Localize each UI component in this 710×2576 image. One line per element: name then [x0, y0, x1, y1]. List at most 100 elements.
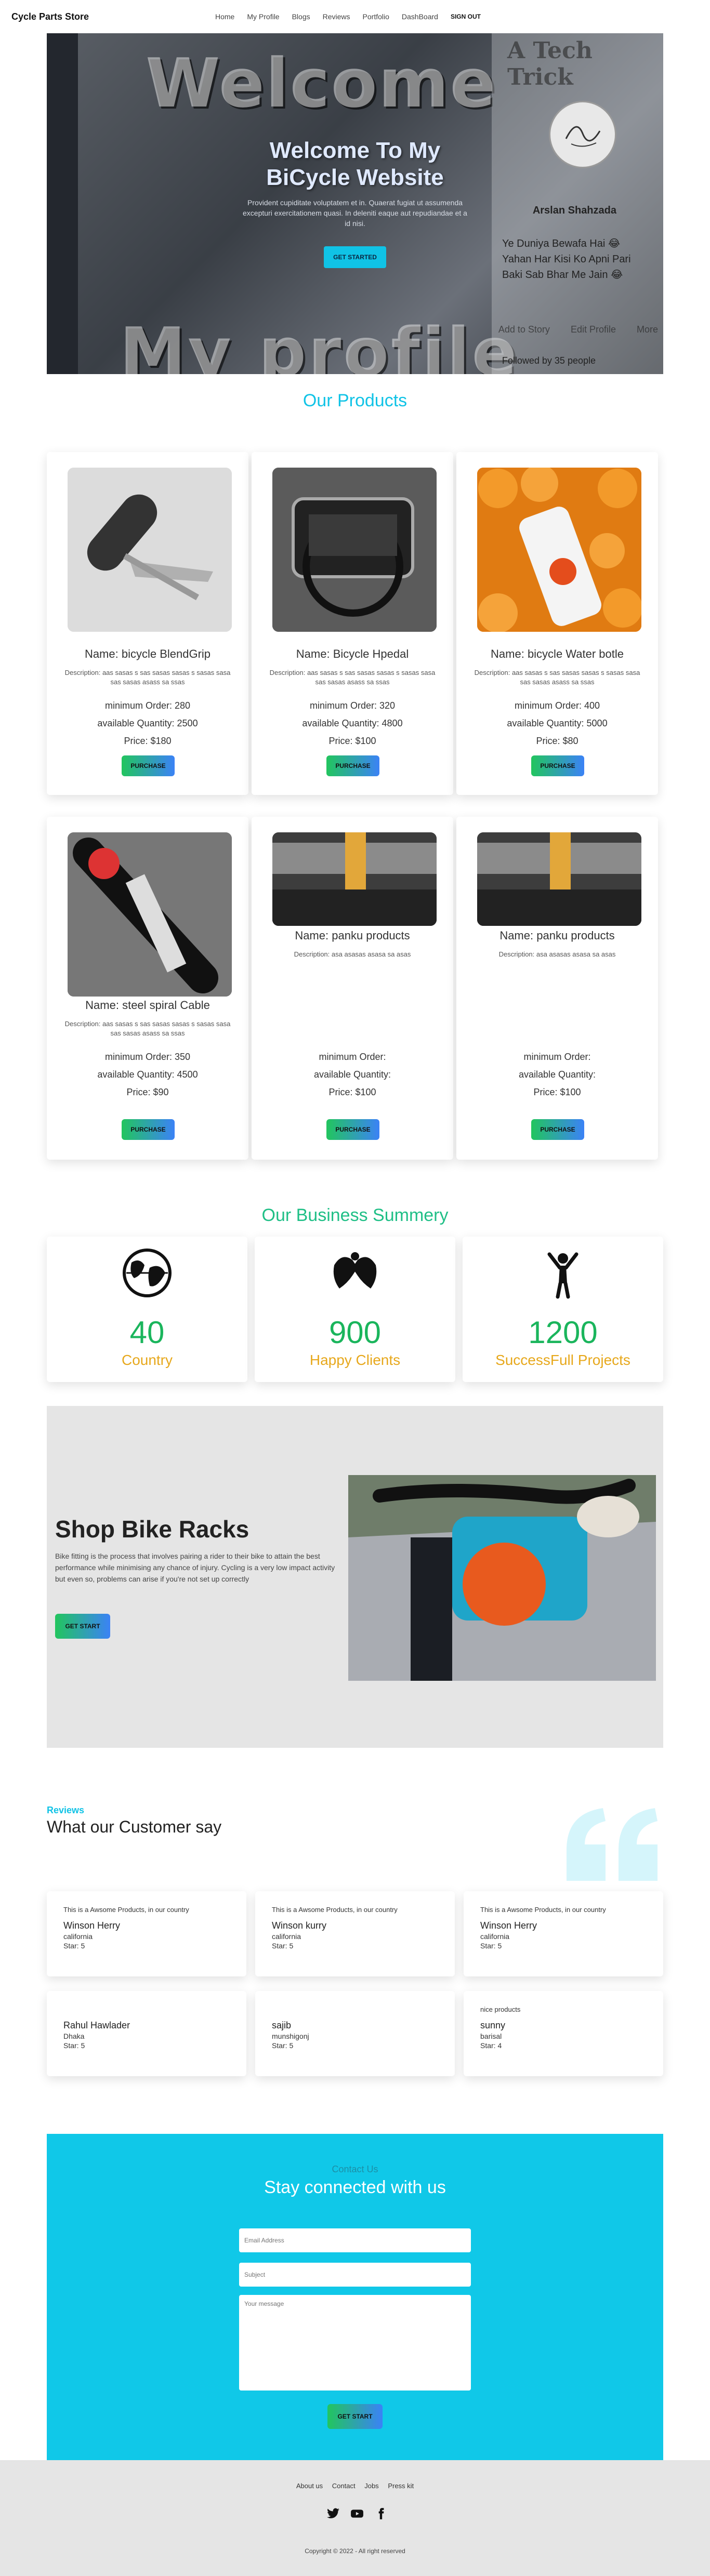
product-image: [68, 832, 232, 997]
racks-title: Shop Bike Racks: [55, 1516, 249, 1543]
nav-my-profile[interactable]: My Profile: [241, 12, 285, 21]
subject-field[interactable]: [239, 2263, 471, 2287]
twitter-icon[interactable]: [326, 2507, 340, 2520]
hero-content: Welcome To My BiCycle Website Provident …: [47, 137, 663, 268]
profile-followers: Followed by 35 people: [502, 355, 596, 366]
product-card: Name: Bicycle Hpedal Description: aas sa…: [252, 452, 453, 795]
handshake-icon: [333, 1252, 377, 1289]
product-available: available Quantity: 4800: [302, 718, 403, 728]
purchase-button[interactable]: PURCHASE: [122, 755, 175, 776]
review-name: sunny: [480, 2020, 506, 2030]
bike-racks-section: Shop Bike Racks Bike fitting is the proc…: [47, 1406, 663, 1748]
nav-dashboard[interactable]: DashBoard: [396, 12, 444, 21]
contact-title: Stay connected with us: [264, 2177, 446, 2197]
globe-icon: [123, 1249, 172, 1297]
footer-social: [326, 2507, 388, 2520]
review-city: Dhaka: [63, 2032, 85, 2040]
hero-bg-word-welcome: Welcome: [146, 44, 497, 123]
product-price: Price: $80: [536, 736, 578, 746]
person-cheering-icon: [547, 1252, 578, 1299]
product-name: Name: Bicycle Hpedal: [296, 647, 409, 660]
nav-portfolio[interactable]: Portfolio: [357, 12, 396, 21]
footer-link-press-kit[interactable]: Press kit: [388, 2482, 414, 2490]
product-available: available Quantity: 2500: [97, 718, 198, 728]
racks-get-start-button[interactable]: GET START: [55, 1614, 110, 1639]
review-card: sajib munshigonj Star: 5: [255, 1991, 455, 2076]
product-min-order: minimum Order: 320: [309, 700, 396, 711]
product-price: Price: $100: [533, 1087, 581, 1097]
purchase-button[interactable]: PURCHASE: [531, 755, 584, 776]
review-star: Star: 4: [480, 2041, 502, 2050]
product-card: Name: steel spiral Cable Description: aa…: [47, 817, 248, 1160]
contact-section: Contact Us Stay connected with us GET ST…: [47, 2134, 663, 2460]
hero-subtitle: Provident cupiditate voluptatem et in. Q…: [243, 198, 467, 228]
review-star: Star: 5: [480, 1942, 502, 1950]
product-name: Name: panku products: [295, 929, 410, 942]
review-name: Winson Herry: [480, 1920, 537, 1931]
copyright: Copyright © 2022 - All right reserved: [305, 2547, 405, 2555]
nav-home[interactable]: Home: [209, 12, 241, 21]
product-description: Description: aas sasas s sas sasas sasas…: [474, 669, 640, 686]
nav-blogs[interactable]: Blogs: [286, 12, 317, 21]
footer-link-jobs[interactable]: Jobs: [364, 2482, 378, 2490]
reviews-title: What our Customer say: [47, 1817, 222, 1836]
email-field[interactable]: [239, 2228, 471, 2252]
summary-card: 40 Country: [47, 1237, 247, 1382]
hero-side-tag: A Tech Trick: [507, 37, 593, 90]
contact-submit-button[interactable]: GET START: [327, 2404, 383, 2429]
review-card: Rahul Hawlader Dhaka Star: 5: [47, 1991, 246, 2076]
review-city: california: [63, 1932, 93, 1941]
review-name: Winson kurry: [272, 1920, 327, 1931]
product-image: [477, 832, 641, 926]
purchase-button[interactable]: PURCHASE: [326, 1119, 379, 1140]
summary-title: Our Business Summery: [261, 1205, 449, 1225]
sign-out-button[interactable]: SIGN OUT: [444, 13, 487, 20]
add-to-story-action: Add to Story: [498, 324, 550, 335]
hero-bg-word-profile: My profile: [120, 314, 519, 374]
product-min-order: minimum Order: 400: [514, 700, 600, 711]
product-name: Name: bicycle BlendGrip: [84, 647, 211, 660]
nav-reviews[interactable]: Reviews: [317, 12, 357, 21]
youtube-icon[interactable]: [350, 2507, 364, 2520]
review-text: This is a Awsome Products, in our countr…: [63, 1906, 189, 1914]
hero-title-line2: BiCycle Website: [266, 165, 444, 190]
review-city: barisal: [480, 2032, 502, 2040]
review-star: Star: 5: [272, 1942, 294, 1950]
product-image: [68, 468, 232, 632]
review-card: This is a Awsome Products, in our countr…: [464, 1891, 663, 1976]
review-card: This is a Awsome Products, in our countr…: [47, 1891, 246, 1976]
review-city: california: [272, 1932, 301, 1941]
summary-number: 40: [129, 1315, 165, 1350]
purchase-button[interactable]: PURCHASE: [326, 755, 379, 776]
get-started-button[interactable]: GET STARTED: [324, 246, 386, 268]
racks-description: Bike fitting is the process that involve…: [55, 1552, 335, 1583]
review-name: sajib: [272, 2020, 292, 2030]
review-text: nice products: [480, 2006, 521, 2013]
product-min-order: minimum Order: 350: [104, 1052, 191, 1062]
footer-link-contact[interactable]: Contact: [332, 2482, 356, 2490]
edit-profile-action: Edit Profile: [570, 324, 616, 335]
product-image: [272, 468, 437, 632]
purchase-button[interactable]: PURCHASE: [531, 1119, 584, 1140]
product-available: available Quantity: 4500: [97, 1069, 198, 1080]
message-field[interactable]: [239, 2295, 471, 2391]
summary-number: 900: [328, 1315, 382, 1350]
page: Cycle Parts Store Home My Profile Blogs …: [0, 0, 710, 2576]
footer-link-about[interactable]: About us: [296, 2482, 323, 2490]
product-name: Name: steel spiral Cable: [85, 999, 210, 1012]
purchase-button[interactable]: PURCHASE: [122, 1119, 175, 1140]
hero-title-line1: Welcome To My: [269, 138, 441, 163]
review-name: Winson Herry: [63, 1920, 121, 1931]
product-description: Description: asa asasas asasa sa asas: [498, 950, 616, 958]
facebook-icon[interactable]: [374, 2507, 388, 2520]
brand-logo[interactable]: Cycle Parts Store: [11, 11, 209, 22]
review-card: This is a Awsome Products, in our countr…: [255, 1891, 455, 1976]
summary-label: Happy Clients: [309, 1352, 401, 1368]
reviews-kicker: Reviews: [47, 1805, 85, 1815]
product-min-order: minimum Order:: [319, 1052, 386, 1062]
product-name: Name: bicycle Water botle: [491, 647, 624, 660]
summary-card: 1200 SuccessFull Projects: [463, 1237, 663, 1382]
review-text: [63, 2006, 230, 2015]
more-action: More: [636, 324, 658, 335]
review-star: Star: 5: [272, 2041, 294, 2050]
